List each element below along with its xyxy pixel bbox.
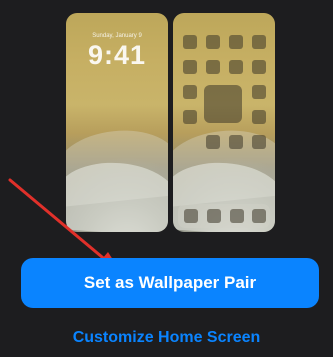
set-as-wallpaper-pair-button[interactable]: Set as Wallpaper Pair — [21, 258, 319, 308]
customize-home-screen-link[interactable]: Customize Home Screen — [0, 329, 333, 347]
